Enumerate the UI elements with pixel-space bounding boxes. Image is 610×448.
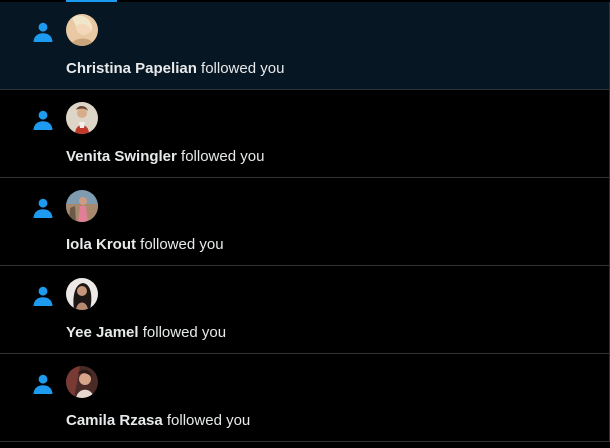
avatar[interactable] xyxy=(66,366,98,398)
avatar[interactable] xyxy=(66,14,98,46)
user-name-link[interactable]: Iola Krout xyxy=(66,236,136,253)
notification-text: Christina Papelian followed you xyxy=(66,59,284,79)
person-icon xyxy=(31,196,55,220)
person-icon xyxy=(31,284,55,308)
person-icon xyxy=(31,372,55,396)
notification-text: Camila Rzasa followed you xyxy=(66,411,250,431)
user-name-link[interactable]: Camila Rzasa xyxy=(66,412,163,429)
notifications-feed: Christina Papelian followed you Venita S… xyxy=(0,2,610,442)
notification-action: followed you xyxy=(162,412,251,429)
notification-action: followed you xyxy=(138,324,227,341)
notification-item[interactable]: Camila Rzasa followed you xyxy=(0,354,609,442)
user-name-link[interactable]: Venita Swingler xyxy=(66,148,177,165)
avatar[interactable] xyxy=(66,278,98,310)
notification-text: Yee Jamel followed you xyxy=(66,323,226,343)
person-icon xyxy=(31,108,55,132)
user-name-link[interactable]: Christina Papelian xyxy=(66,60,197,77)
notification-action: followed you xyxy=(136,236,224,253)
notification-item[interactable]: Venita Swingler followed you xyxy=(0,90,609,178)
notification-text: Venita Swingler followed you xyxy=(66,147,264,167)
avatar[interactable] xyxy=(66,190,98,222)
notification-action: followed you xyxy=(196,60,285,77)
avatar[interactable] xyxy=(66,102,98,134)
person-icon xyxy=(31,20,55,44)
user-name-link[interactable]: Yee Jamel xyxy=(66,324,139,341)
notification-item[interactable]: Christina Papelian followed you xyxy=(0,2,609,90)
notification-item[interactable]: Yee Jamel followed you xyxy=(0,266,609,354)
notification-action: followed you xyxy=(176,148,265,165)
notification-item[interactable]: Iola Krout followed you xyxy=(0,178,609,266)
notification-text: Iola Krout followed you xyxy=(66,235,224,255)
